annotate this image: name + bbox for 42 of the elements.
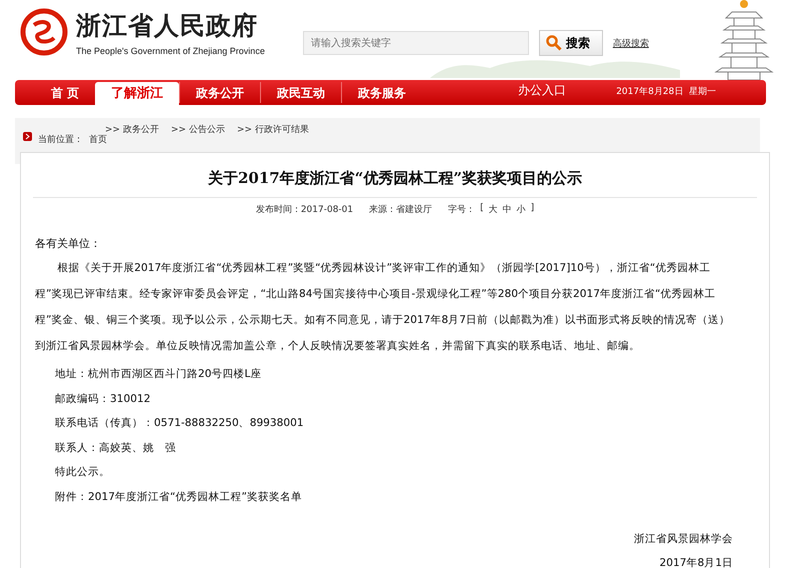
detail-line: 附件：2017年度浙江省“优秀园林工程”奖获奖名单	[55, 490, 303, 504]
font-size-link[interactable]: 中	[502, 203, 512, 216]
nav-tab[interactable]: 政务服务	[341, 82, 422, 103]
nav-tab[interactable]: 政民互动	[260, 82, 342, 103]
breadcrumb-link[interactable]: 首页	[89, 133, 107, 146]
breadcrumb-link[interactable]: 行政许可结果	[255, 122, 325, 139]
site-subtitle: The People's Government of Zhejiang Province	[76, 46, 265, 56]
separator-text: >>	[237, 124, 254, 137]
search-icon	[546, 35, 562, 51]
detail-line: 特此公示。	[55, 465, 111, 480]
breadcrumb-link[interactable]: 公告公示	[189, 122, 225, 139]
detail-line: 邮政编码：310012	[55, 392, 152, 406]
detail-line: 地址：杭州市西湖区西斗门路20号四楼L座	[55, 367, 262, 382]
location-icon	[23, 132, 32, 141]
font-size-link[interactable]: 小	[516, 203, 526, 216]
body-paragraph: 根据《关于开展2017年度浙江省“优秀园林工程”奖暨“优秀园林设计”奖评审工作的通知》（浙园学[2017]10号），浙江省“优秀园林工程”奖现已评审结束。经专家评审委员会评定，“北山路84号国宾接待中心项目-景观绿化工程”等280个项目分获2017年度浙江省“优秀园林工程”奖金、银、铜三个奖项。现予以公示，公示期七天。如有不同意见，请于2017年8月7日前（以邮戳为准）以书面形式将反映的情况寄（送）到浙江省风景园林学会。单位反映情况需加盖公章，个人反映情况要签署真实姓名，并需留下真实的联系电话、地址、邮编。	[35, 261, 731, 354]
bracket-text: ]	[530, 203, 534, 215]
article-title: 关于2017年度浙江省“优秀园林工程”奖获奖项目的公示	[33, 169, 757, 198]
detail-line: 联系电话（传真）：0571-88832250、89938001	[55, 416, 305, 431]
date-text: 2017年8月28日 星期一	[616, 86, 716, 98]
search-field[interactable]: 请输入搜索关键字	[302, 31, 529, 55]
location-label: 当前位置：	[38, 134, 83, 146]
office-link[interactable]: 办公入口	[518, 82, 566, 99]
salutation-text: 各有关单位：	[35, 236, 102, 251]
font-size-link[interactable]: 大	[488, 203, 498, 216]
search-button[interactable]: 搜索	[538, 30, 603, 56]
nav-tab[interactable]: 政务公开	[179, 82, 260, 103]
site-title: 浙江省人民政府	[76, 10, 259, 42]
logo-icon	[20, 8, 68, 56]
nav-tab[interactable]: 首 页	[35, 82, 96, 103]
publish-date: 发布时间：2017-08-01	[256, 204, 354, 216]
font-size-label: 字号：	[448, 204, 476, 216]
source-text: 来源：省建设厅	[369, 204, 432, 216]
advanced-search-link[interactable]: 高级搜索	[612, 36, 649, 50]
separator-text: >>	[105, 124, 122, 135]
signature-date: 2017年8月1日	[660, 556, 733, 568]
breadcrumb-link[interactable]: 政务公开	[123, 122, 159, 139]
detail-line: 联系人：高姣英、姚 强	[55, 440, 177, 456]
separator-text: >>	[171, 124, 188, 137]
signature-text: 浙江省风景园林学会	[634, 532, 733, 547]
bracket-text: [	[480, 203, 484, 215]
nav-tab[interactable]: 了解浙江	[95, 82, 180, 105]
